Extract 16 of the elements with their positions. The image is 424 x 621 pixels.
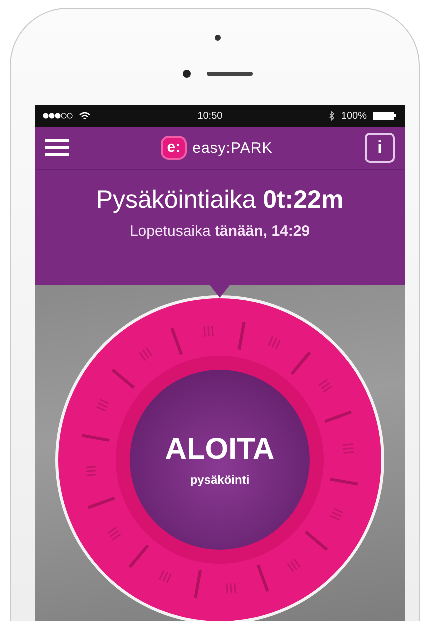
camera-icon [183, 70, 191, 78]
info-button[interactable]: i [365, 133, 395, 163]
wifi-icon [79, 112, 91, 120]
logo-text: easy:PARK [192, 140, 273, 156]
logo-mark: e: [161, 136, 187, 160]
parking-duration: Pysäköintiaika 0t:22m [96, 186, 344, 215]
end-time: Lopetusaika tänään, 14:29 [130, 223, 310, 240]
bluetooth-icon [329, 111, 336, 121]
battery-percent: 100% [341, 110, 367, 122]
sensor-icon [215, 35, 221, 41]
signal-icon [43, 113, 73, 119]
speaker-icon [207, 72, 253, 76]
menu-button[interactable] [45, 138, 69, 158]
status-time: 10:50 [196, 110, 224, 122]
battery-icon [373, 112, 397, 120]
menu-icon [45, 138, 69, 158]
